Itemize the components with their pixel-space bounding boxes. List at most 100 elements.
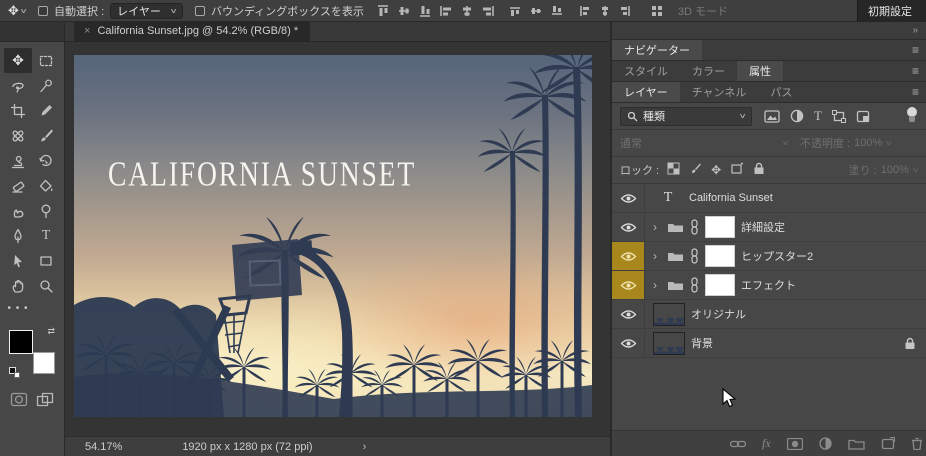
layer-name[interactable]: エフェクト	[741, 277, 796, 293]
rectangle-shape-tool[interactable]	[32, 248, 60, 273]
visibility-toggle[interactable]	[612, 329, 645, 357]
type-tool[interactable]: T	[32, 223, 60, 248]
filter-kind-dropdown[interactable]: 種類 ∨	[620, 107, 752, 126]
visibility-toggle-highlighted[interactable]	[612, 271, 645, 299]
align-right-edges-icon[interactable]	[481, 4, 495, 18]
default-colors-icon[interactable]	[9, 367, 20, 378]
distribute-top-edges-icon[interactable]	[508, 4, 522, 18]
bounding-box-checkbox[interactable]	[195, 6, 205, 16]
collapse-panels-icon[interactable]: »	[912, 25, 918, 36]
lock-all-icon[interactable]	[753, 162, 765, 178]
status-expander-icon[interactable]: ›	[323, 441, 367, 453]
healing-brush-tool[interactable]	[4, 123, 32, 148]
zoom-level-field[interactable]: 54.17%	[65, 441, 136, 453]
distribute-spacing-icon[interactable]	[650, 4, 664, 18]
group-disclosure-icon[interactable]: ›	[653, 278, 661, 292]
move-tool[interactable]: ✥	[4, 48, 32, 73]
pixel-layer-filter-icon[interactable]	[764, 110, 780, 123]
layer-name[interactable]: 詳細設定	[741, 219, 785, 235]
layer-thumbnail[interactable]	[705, 274, 735, 296]
delete-layer-button[interactable]	[911, 437, 923, 450]
group-disclosure-icon[interactable]: ›	[653, 249, 661, 263]
panel-menu-icon[interactable]: ≡	[912, 61, 926, 81]
layer-row-california-sunset[interactable]: T California Sunset	[612, 184, 926, 213]
add-layer-mask-button[interactable]	[787, 438, 803, 450]
layer-row-effect[interactable]: › エフェクト	[612, 271, 926, 300]
align-bottom-edges-icon[interactable]	[418, 4, 432, 18]
new-layer-button[interactable]	[881, 437, 895, 450]
lasso-tool[interactable]	[4, 73, 32, 98]
type-layer-filter-icon[interactable]: T	[814, 108, 822, 124]
fill-control[interactable]: 塗り : 100% ∨	[849, 162, 918, 178]
eraser-tool[interactable]	[4, 173, 32, 198]
canvas-image[interactable]: CALIFORNIA SUNSET	[74, 55, 592, 417]
path-selection-tool[interactable]	[4, 248, 32, 273]
new-adjustment-layer-button[interactable]	[819, 437, 832, 450]
screen-mode-button[interactable]	[36, 392, 54, 407]
layer-name[interactable]: オリジナル	[691, 306, 746, 322]
distribute-vertical-centers-icon[interactable]	[529, 4, 543, 18]
panel-menu-icon[interactable]: ≡	[912, 82, 926, 102]
brush-tool[interactable]	[32, 123, 60, 148]
hand-tool[interactable]	[4, 273, 32, 298]
quick-mask-button[interactable]	[10, 392, 28, 407]
tab-paths[interactable]: パス	[758, 82, 804, 102]
visibility-toggle[interactable]	[612, 213, 645, 241]
layer-row-detail-settings[interactable]: › 詳細設定	[612, 213, 926, 242]
foreground-color-swatch[interactable]	[9, 330, 33, 354]
distribute-horizontal-centers-icon[interactable]	[598, 4, 612, 18]
canvas-pasteboard[interactable]: CALIFORNIA SUNSET	[65, 42, 610, 436]
filter-toggle-switch[interactable]	[906, 106, 918, 127]
background-color-swatch[interactable]	[33, 352, 55, 374]
align-vertical-centers-icon[interactable]	[397, 4, 411, 18]
align-top-edges-icon[interactable]	[376, 4, 390, 18]
auto-select-target-dropdown[interactable]: レイヤー ∨	[110, 3, 183, 19]
pen-tool[interactable]	[4, 223, 32, 248]
distribute-right-edges-icon[interactable]	[619, 4, 633, 18]
lock-transparent-pixels-icon[interactable]	[667, 162, 680, 178]
align-left-edges-icon[interactable]	[439, 4, 453, 18]
opacity-control[interactable]: 不透明度 : 100% ∨	[800, 135, 891, 151]
layer-name[interactable]: ヒップスター2	[741, 248, 813, 264]
adjustment-layer-filter-icon[interactable]	[790, 109, 804, 123]
distribute-left-edges-icon[interactable]	[577, 4, 591, 18]
paint-bucket-tool[interactable]	[32, 173, 60, 198]
layer-name[interactable]: California Sunset	[689, 192, 773, 204]
layer-row-background[interactable]: 背景	[612, 329, 926, 358]
smart-object-filter-icon[interactable]	[856, 110, 870, 123]
eyedropper-tool[interactable]	[32, 98, 60, 123]
lock-position-icon[interactable]: ✥	[711, 163, 721, 177]
history-brush-tool[interactable]	[32, 148, 60, 173]
lock-image-pixels-icon[interactable]	[689, 162, 702, 178]
tab-color[interactable]: カラー	[680, 61, 737, 81]
layer-style-button[interactable]: fx	[762, 436, 771, 451]
group-disclosure-icon[interactable]: ›	[653, 220, 661, 234]
auto-select-checkbox[interactable]	[38, 6, 48, 16]
document-tab[interactable]: × California Sunset.jpg @ 54.2% (RGB/8) …	[74, 21, 310, 41]
close-tab-icon[interactable]: ×	[84, 25, 90, 37]
layer-row-original[interactable]: オリジナル	[612, 300, 926, 329]
layer-thumbnail[interactable]	[705, 216, 735, 238]
layer-row-hipster-2[interactable]: › ヒップスター2	[612, 242, 926, 271]
tab-channels[interactable]: チャンネル	[680, 82, 759, 102]
more-tools-button[interactable]: • • •	[4, 298, 32, 318]
zoom-tool[interactable]	[32, 273, 60, 298]
panel-menu-icon[interactable]: ≡	[912, 40, 926, 60]
smudge-tool[interactable]	[4, 198, 32, 223]
rectangular-marquee-tool[interactable]	[32, 48, 60, 73]
tab-properties[interactable]: 属性	[737, 61, 783, 81]
layer-list-empty-area[interactable]	[612, 358, 926, 430]
visibility-toggle[interactable]	[612, 184, 645, 212]
link-layers-button[interactable]	[730, 439, 746, 449]
quick-selection-tool[interactable]	[32, 73, 60, 98]
active-tool-preset[interactable]: ✥ ∨	[8, 3, 26, 19]
layer-name[interactable]: 背景	[691, 335, 713, 351]
visibility-toggle-highlighted[interactable]	[612, 242, 645, 270]
tab-styles[interactable]: スタイル	[612, 61, 680, 81]
tab-layers[interactable]: レイヤー	[612, 82, 680, 102]
layer-thumbnail[interactable]	[653, 303, 685, 326]
crop-tool[interactable]	[4, 98, 32, 123]
swap-colors-icon[interactable]: ⇄	[47, 326, 55, 337]
layer-thumbnail[interactable]	[653, 332, 685, 355]
distribute-bottom-edges-icon[interactable]	[550, 4, 564, 18]
